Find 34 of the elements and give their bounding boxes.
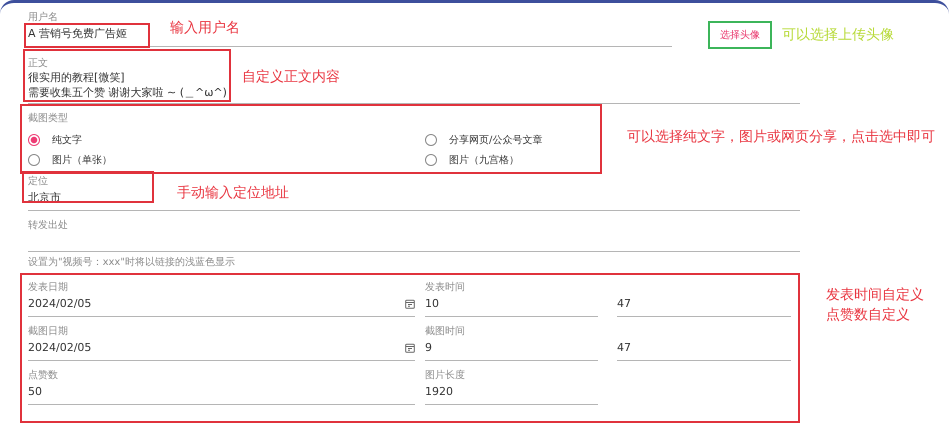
input-field[interactable]: 50 [28, 382, 415, 405]
field-label: 点赞数 [28, 369, 59, 382]
field-label: 图片长度 [425, 369, 466, 382]
annotation-text: 可以选择纯文字，图片或网页分享，点击选中即可 [627, 128, 935, 147]
input-field[interactable]: 2024/02/05 [28, 294, 415, 317]
radio-option[interactable]: 图片（单张） [28, 153, 112, 167]
field-label: 正文 [28, 57, 49, 70]
text-line: 需要收集五个赞 谢谢大家啦 ~ (＿^ω^) [28, 85, 227, 100]
input-field[interactable]: 1920 [425, 382, 598, 405]
input-field[interactable]: 2024/02/05 [28, 338, 415, 361]
radio-option[interactable]: 图片（九宫格） [425, 153, 519, 167]
field-label: 用户名 [28, 11, 59, 24]
radio-option[interactable]: 分享网页/公众号文章 [425, 133, 542, 147]
field-label: 转发出处 [28, 219, 69, 232]
input-field[interactable]: 10 [425, 294, 598, 317]
annotation-text: 发表时间自定义 点赞数自定义 [826, 286, 924, 325]
annotation-text: 自定义正文内容 [242, 68, 340, 87]
field-label: 截图时间 [425, 325, 466, 338]
field-label: 定位 [28, 175, 49, 188]
input-field[interactable]: 47 [617, 338, 791, 361]
choose-avatar-button[interactable]: 选择头像 [708, 21, 772, 49]
input-field[interactable]: 47 [617, 294, 791, 317]
field-label: 截图类型 [28, 112, 69, 125]
calendar-icon[interactable] [405, 342, 415, 352]
input-field[interactable]: 9 [425, 338, 598, 361]
hint-text: 设置为"视频号：xxx"时将以链接的浅蓝色显示 [28, 256, 236, 269]
text-line: 很实用的教程[微笑] [28, 70, 126, 85]
field-label: 发表时间 [425, 281, 466, 294]
text-area[interactable]: 很实用的教程[微笑] 需要收集五个赞 谢谢大家啦 ~ (＿^ω^) 自定义正文内容 [28, 70, 800, 104]
field-label: 发表日期 [28, 281, 69, 294]
annotation-text: 可以选择上传头像 [782, 26, 894, 45]
radio-option[interactable]: 纯文字 [28, 133, 82, 147]
field-label: 截图日期 [28, 325, 69, 338]
calendar-icon[interactable] [405, 298, 415, 308]
